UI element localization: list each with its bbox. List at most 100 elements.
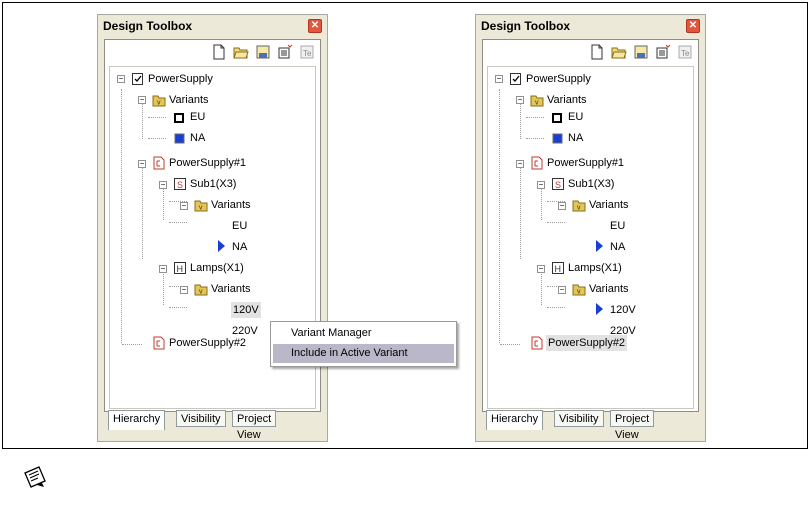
- schematic-sheet-icon: [153, 156, 165, 170]
- svg-text:H: H: [555, 264, 562, 274]
- title-bar: Design Toolbox ✕: [98, 15, 327, 37]
- close-icon[interactable]: ✕: [686, 19, 700, 33]
- collapse-toggle[interactable]: −: [558, 202, 566, 210]
- close-icon[interactable]: ✕: [308, 19, 322, 33]
- schematic-sheet-icon: [531, 156, 543, 170]
- open-folder-icon[interactable]: [233, 44, 249, 60]
- collapse-toggle[interactable]: −: [537, 181, 545, 189]
- svg-text:S: S: [177, 180, 183, 190]
- properties-icon[interactable]: [277, 44, 293, 60]
- panel-title: Design Toolbox: [481, 19, 571, 33]
- new-file-icon[interactable]: [589, 44, 605, 60]
- inactive-variant-icon: [174, 113, 184, 123]
- tree-node-lamps[interactable]: Lamps(X1): [190, 260, 244, 276]
- tree-node-lamps-variants[interactable]: Variants: [211, 281, 251, 297]
- svg-text:v: v: [199, 289, 203, 296]
- collapse-toggle[interactable]: −: [516, 96, 524, 104]
- tree-node-sub1-variant-na[interactable]: NA: [610, 239, 625, 255]
- tab-project-view[interactable]: Project View: [610, 410, 655, 441]
- tree-node-sub1-variant-eu[interactable]: EU: [232, 218, 247, 234]
- checklist-icon: [510, 73, 521, 85]
- menu-item-variant-manager[interactable]: Variant Manager: [273, 324, 454, 343]
- context-menu: Variant Manager Include in Active Varian…: [270, 321, 457, 367]
- collapse-toggle[interactable]: −: [159, 181, 167, 189]
- tree-node-sub1[interactable]: Sub1(X3): [568, 176, 614, 192]
- tab-hierarchy[interactable]: Hierarchy: [108, 410, 166, 430]
- toolbox-content: Te − PowerSupply − v Variants EU NA − Po…: [482, 39, 699, 412]
- collapse-toggle[interactable]: −: [495, 75, 503, 83]
- tab-visibility[interactable]: Visibility: [554, 410, 604, 427]
- active-variant-icon: [552, 133, 563, 144]
- note-icon: [24, 466, 46, 488]
- active-arrow-icon: [596, 303, 603, 315]
- save-icon[interactable]: [255, 44, 271, 60]
- text-icon[interactable]: Te: [299, 44, 315, 60]
- variant-folder-icon: v: [194, 284, 208, 296]
- subsheet-icon: H: [174, 262, 186, 274]
- collapse-toggle[interactable]: −: [558, 286, 566, 294]
- tree-node-powersupply-1[interactable]: PowerSupply#1: [547, 155, 624, 171]
- svg-text:Te: Te: [681, 49, 690, 58]
- collapse-toggle[interactable]: −: [180, 202, 188, 210]
- collapse-toggle[interactable]: −: [138, 96, 146, 104]
- tree-node-variants[interactable]: Variants: [547, 92, 587, 108]
- tree-node-powersupply-1[interactable]: PowerSupply#1: [169, 155, 246, 171]
- tree-node-variants[interactable]: Variants: [169, 92, 209, 108]
- tab-project-view[interactable]: Project View: [232, 410, 277, 441]
- collapse-toggle[interactable]: −: [180, 286, 188, 294]
- collapse-toggle[interactable]: −: [117, 75, 125, 83]
- tree-node-sub1-variants[interactable]: Variants: [211, 197, 251, 213]
- variant-folder-icon: v: [572, 200, 586, 212]
- variant-folder-icon: v: [530, 95, 544, 107]
- subsheet-icon: S: [552, 178, 564, 190]
- svg-text:S: S: [555, 180, 561, 190]
- toolbar: Te: [483, 40, 698, 64]
- tree-node-variant-eu[interactable]: EU: [190, 109, 205, 125]
- collapse-toggle[interactable]: −: [516, 160, 524, 168]
- tree-node-sub1[interactable]: Sub1(X3): [190, 176, 236, 192]
- design-toolbox-panel-right: Design Toolbox ✕ Te − PowerSupply − v Va…: [475, 14, 706, 442]
- checklist-icon: [132, 73, 143, 85]
- svg-text:v: v: [577, 205, 581, 212]
- open-folder-icon[interactable]: [611, 44, 627, 60]
- toolbar: Te: [105, 40, 320, 64]
- tree-node-sub1-variants[interactable]: Variants: [589, 197, 629, 213]
- tree-node-variant-na[interactable]: NA: [568, 130, 583, 146]
- variant-folder-icon: v: [572, 284, 586, 296]
- collapse-toggle[interactable]: −: [138, 160, 146, 168]
- tab-hierarchy[interactable]: Hierarchy: [486, 410, 544, 430]
- tree-node-powersupply[interactable]: PowerSupply: [148, 71, 213, 87]
- save-icon[interactable]: [633, 44, 649, 60]
- tree-node-sub1-variant-eu[interactable]: EU: [610, 218, 625, 234]
- active-arrow-icon: [218, 240, 225, 252]
- tree-node-lamps[interactable]: Lamps(X1): [568, 260, 622, 276]
- tab-visibility[interactable]: Visibility: [176, 410, 226, 427]
- properties-icon[interactable]: [655, 44, 671, 60]
- text-icon[interactable]: Te: [677, 44, 693, 60]
- tree-node-variant-na[interactable]: NA: [190, 130, 205, 146]
- variant-folder-icon: v: [194, 200, 208, 212]
- svg-text:v: v: [577, 289, 581, 296]
- menu-item-include-in-active-variant[interactable]: Include in Active Variant: [273, 344, 454, 363]
- hierarchy-tree: − PowerSupply − v Variants EU NA − Power…: [487, 66, 694, 409]
- new-file-icon[interactable]: [211, 44, 227, 60]
- title-bar: Design Toolbox ✕: [476, 15, 705, 37]
- tree-node-lamps-variant-120v[interactable]: 120V: [610, 302, 636, 318]
- collapse-toggle[interactable]: −: [159, 265, 167, 273]
- tree-node-lamps-variants[interactable]: Variants: [589, 281, 629, 297]
- inactive-variant-icon: [552, 113, 562, 123]
- svg-text:Te: Te: [303, 49, 312, 58]
- collapse-toggle[interactable]: −: [537, 265, 545, 273]
- active-variant-icon: [174, 133, 185, 144]
- tree-node-powersupply[interactable]: PowerSupply: [526, 71, 591, 87]
- tree-node-lamps-variant-120v[interactable]: 120V: [231, 302, 261, 318]
- svg-text:v: v: [199, 205, 203, 212]
- tree-node-sub1-variant-na[interactable]: NA: [232, 239, 247, 255]
- tree-node-variant-eu[interactable]: EU: [568, 109, 583, 125]
- subsheet-icon: H: [552, 262, 564, 274]
- tree-node-powersupply-2[interactable]: PowerSupply#2: [169, 335, 246, 351]
- variant-folder-icon: v: [152, 95, 166, 107]
- svg-text:v: v: [535, 100, 539, 107]
- schematic-sheet-icon: [531, 336, 543, 350]
- tree-node-powersupply-2[interactable]: PowerSupply#2: [546, 335, 628, 351]
